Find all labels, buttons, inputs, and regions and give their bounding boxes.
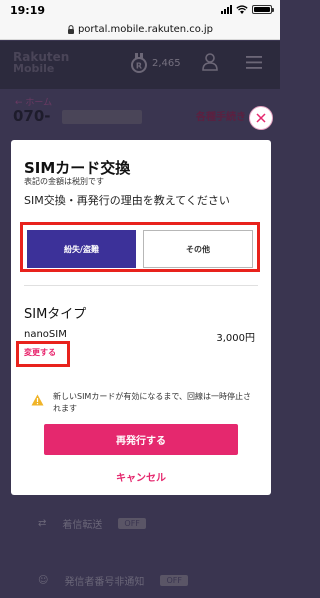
svg-text:R: R [136,62,142,71]
rakuten-mobile-logo[interactable]: Rakuten Mobile [13,51,69,75]
warning-icon [31,394,44,406]
status-icons [221,5,274,14]
user-icon[interactable] [202,53,218,71]
call-forward-toggle: OFF [118,518,146,529]
lock-icon [67,25,74,34]
change-sim-link[interactable]: 変更する [24,347,56,358]
reason-question: SIM交換・再発行の理由を教えてください [24,194,230,207]
call-forward-label: 着信転送 [62,520,103,531]
sim-type-heading: SIMタイプ [24,307,87,322]
logo-line2: Mobile [13,62,55,75]
call-forward-icon: ⇄ [38,518,47,529]
status-bar: 19:19 [0,0,280,20]
phone-number: 070- [13,107,51,125]
caller-id-toggle: OFF [160,575,188,586]
reissue-button[interactable]: 再発行する [44,424,238,455]
url-bar[interactable]: portal.mobile.rakuten.co.jp [0,20,280,40]
sim-swap-modal: SIMカード交換 表記の金額は税別です SIM交換・再発行の理由を教えてください… [11,140,271,495]
reason-other-button[interactable]: その他 [143,230,253,268]
points-badge-icon[interactable]: R [130,53,148,73]
site-header: Rakuten Mobile R 2,465 [0,41,280,89]
section-divider [24,285,258,286]
battery-icon [252,5,274,14]
modal-close-button[interactable] [249,106,273,130]
caller-id-icon: ☺ [38,575,49,586]
close-icon [256,113,266,123]
sim-price: 3,000円 [216,333,255,344]
procedures-link: 各種手続き [196,112,246,123]
warning-text: 新しいSIMカードが有効になるまで、回線は一時停止されます [53,392,252,413]
url-text: portal.mobile.rakuten.co.jp [77,24,214,35]
caller-id-row: ☺ 発信者番号非通知 OFF [38,573,188,588]
cancel-link[interactable]: キャンセル [11,469,271,484]
phone-number-redaction [62,110,142,124]
points-count: 2,465 [152,58,181,69]
call-forward-row: ⇄ 着信転送 OFF [38,516,146,531]
reason-lost-stolen-button[interactable]: 紛失/盗難 [27,230,136,268]
menu-icon[interactable] [246,56,262,69]
sim-name: nanoSIM [24,329,67,340]
status-time: 19:19 [10,4,46,17]
caller-id-label: 発信者番号非通知 [64,577,145,588]
wifi-icon [236,5,248,14]
modal-title: SIMカード交換 [24,159,131,177]
signal-icon [221,5,232,14]
tax-note: 表記の金額は税別です [24,177,104,186]
